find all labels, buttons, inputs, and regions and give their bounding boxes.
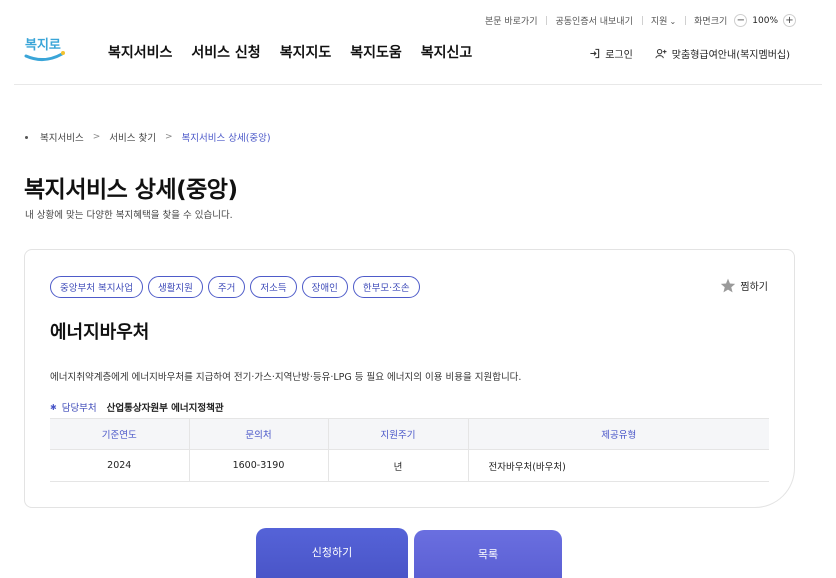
service-name: 에너지바우처 (50, 322, 150, 343)
department-value: 산업통상자원부 에너지정책관 (106, 403, 224, 414)
service-card: 중앙부처 복지사업 생활지원 주거 저소득 장애인 한부모·조손 찜하기 에너지… (24, 249, 795, 508)
skip-to-content-link[interactable]: 본문 바로가기 (476, 14, 547, 27)
zoom-in-button[interactable]: + (783, 14, 796, 27)
breadcrumb-item[interactable]: 복지서비스 (40, 130, 84, 144)
main-nav: 복지서비스 서비스 신청 복지지도 복지도움 복지신고 (108, 42, 472, 62)
chevron-down-icon: ⌄ (669, 17, 677, 26)
logo[interactable]: 복지로 (24, 32, 68, 68)
department-label: 담당부처 (61, 403, 97, 414)
nav-welfare-report[interactable]: 복지신고 (421, 42, 473, 62)
column-header: 제공유형 (467, 418, 769, 450)
column-header: 기준연도 (50, 418, 189, 450)
zoom-label: 화면크기 (694, 17, 728, 27)
list-button[interactable]: 목록 (414, 530, 562, 578)
chevron-right-icon: > (164, 132, 173, 142)
support-label: 지원 (650, 17, 668, 27)
zoom-out-button[interactable]: − (734, 14, 748, 27)
logo-text: 복지로 (25, 38, 61, 53)
zoom-value: 100% (752, 15, 778, 26)
auth-links: 로그인 맞춤형급여안내(복지멤버십) (589, 46, 790, 61)
chevron-right-icon: > (92, 132, 101, 142)
department-info: ✱ 담당부처 산업통상자원부 에너지정책관 (50, 400, 224, 415)
zoom-control: 화면크기 − 100% + (685, 14, 796, 27)
breadcrumb-item[interactable]: 서비스 찾기 (109, 130, 156, 144)
favorite-button[interactable]: 찜하기 (720, 278, 768, 293)
header-divider (14, 84, 822, 85)
tag[interactable]: 주거 (207, 276, 246, 298)
table-row: 2024 1600-3190 년 전자바우처(바우처) (50, 449, 769, 482)
tag[interactable]: 저소득 (250, 276, 297, 298)
nav-welfare-service[interactable]: 복지서비스 (108, 42, 172, 62)
tag[interactable]: 생활지원 (147, 276, 203, 298)
favorite-label: 찜하기 (740, 282, 768, 293)
breadcrumb: 복지서비스 > 서비스 찾기 > 복지서비스 상세(중앙) (25, 130, 271, 144)
cert-export-link[interactable]: 공동인증서 내보내기 (546, 14, 641, 27)
login-link[interactable]: 로그인 (589, 46, 633, 61)
tag[interactable]: 장애인 (301, 276, 348, 298)
table-cell: 2024 (50, 449, 189, 482)
service-info-table: 기준연도 문의처 지원주기 제공유형 2024 1600-3190 년 전자바우… (50, 418, 769, 482)
tag[interactable]: 한부모·조손 (352, 276, 420, 298)
support-dropdown[interactable]: 지원 ⌄ (641, 14, 685, 27)
apply-button[interactable]: 신청하기 (256, 528, 408, 578)
nav-service-apply[interactable]: 서비스 신청 (191, 42, 260, 62)
login-label: 로그인 (605, 50, 633, 61)
login-icon (590, 48, 600, 59)
page-subtitle: 내 상황에 맞는 다양한 복지혜택을 찾을 수 있습니다. (25, 210, 233, 221)
bullet-star-icon: ✱ (50, 402, 57, 412)
nav-welfare-map[interactable]: 복지지도 (280, 42, 332, 62)
table-cell: 전자바우처(바우처) (467, 449, 769, 482)
user-add-icon (655, 48, 667, 59)
table-cell: 1600-3190 (188, 449, 328, 482)
star-icon (721, 278, 736, 293)
column-header: 문의처 (188, 418, 328, 450)
page-title: 복지서비스 상세(중앙) (24, 177, 238, 203)
membership-link[interactable]: 맞춤형급여안내(복지멤버십) (655, 46, 790, 61)
tag-list: 중앙부처 복지사업 생활지원 주거 저소득 장애인 한부모·조손 (50, 276, 420, 298)
utility-bar: 본문 바로가기 공동인증서 내보내기 지원 ⌄ 화면크기 − 100% + (476, 14, 796, 27)
service-description: 에너지취약계층에게 에너지바우처를 지급하여 전기·가스·지역난방·등유·LPG… (50, 372, 522, 383)
membership-label: 맞춤형급여안내(복지멤버십) (671, 50, 790, 61)
table-cell: 년 (327, 449, 468, 482)
tag[interactable]: 중앙부처 복지사업 (50, 276, 143, 298)
home-dot-icon (25, 135, 28, 139)
table-header-row: 기준연도 문의처 지원주기 제공유형 (50, 418, 769, 450)
column-header: 지원주기 (327, 418, 468, 450)
nav-welfare-help[interactable]: 복지도움 (350, 42, 402, 62)
breadcrumb-current: 복지서비스 상세(중앙) (181, 133, 271, 144)
